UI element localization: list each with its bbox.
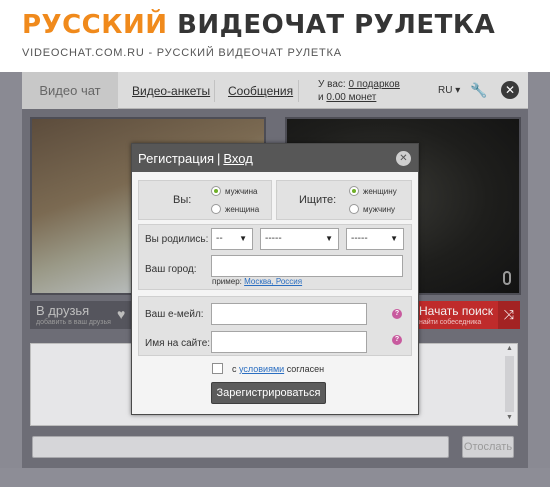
scroll-down-arrow[interactable]: ▼ [504,414,515,424]
chevron-down-icon: ▼ [325,234,333,243]
microphone-icon[interactable] [503,271,511,285]
nickname-field[interactable] [211,331,367,353]
city-label: Ваш город: [145,264,197,275]
radio-seek-female[interactable] [349,186,359,196]
balance-info: У вас: 0 подарков и 0.00 монет [318,78,400,104]
tab-video-profiles[interactable]: Видео-анкеты [132,84,210,98]
add-friend-label: В друзья [36,303,90,318]
background-left [0,72,22,487]
birth-day-select[interactable]: -- ▼ [211,228,253,250]
tab-messages[interactable]: Сообщения [228,84,293,98]
language-value: RU [438,85,453,96]
coins-prefix: и [318,92,324,103]
coins-link[interactable]: 0.00 монет [326,92,376,103]
chevron-down-icon: ▾ [455,85,461,96]
city-example-link[interactable]: Москва, Россия [244,277,302,286]
registration-dialog: Регистрация | Вход ✕ Вы: мужчина женщина И… [131,143,419,415]
radio-you-male-label: мужчина [225,187,258,196]
birth-month-value: ----- [265,233,282,244]
dialog-title: Регистрация | Вход [138,151,253,166]
seek-gender-box: Ищите: женщину мужчину [276,180,412,220]
gifts-link[interactable]: 0 подарков [348,79,399,90]
start-search-button[interactable]: Начать поиск найти собеседника [416,301,498,329]
radio-seek-male[interactable] [349,204,359,214]
message-input[interactable] [32,436,449,458]
background-bottom [0,468,550,487]
balance-prefix: У вас: [318,79,346,90]
send-button[interactable]: Отослать [462,436,514,458]
radio-seek-female-label: женщину [363,187,397,196]
logo-part-orange: РУССКИЙ [22,10,168,40]
radio-you-male[interactable] [211,186,221,196]
start-search-sublabel: найти собеседника [419,319,482,326]
add-friend-sublabel: добавить в ваш друзья [36,319,111,326]
top-navbar: Видео чат Видео-анкеты Сообщения У вас: … [22,72,528,109]
start-search-label: Начать поиск [419,304,493,318]
city-example-prefix: пример: [212,277,242,286]
born-label: Вы родились: [145,234,209,245]
language-selector[interactable]: RU ▾ [438,85,460,96]
seek-label: Ищите: [299,194,337,206]
logo-part-dark: ВИДЕОЧАТ РУЛЕТКА [177,10,496,40]
shuffle-icon[interactable]: ⤨ [498,301,520,329]
terms-suffix: согласен [286,364,325,374]
radio-seek-male-label: мужчину [363,205,395,214]
you-label: Вы: [173,194,192,206]
register-tab[interactable]: Регистрация [138,151,214,166]
birth-year-select[interactable]: ----- ▼ [346,228,404,250]
wrench-icon[interactable]: 🔧 [470,81,488,99]
email-field[interactable] [211,303,367,325]
site-tagline: VIDEOCHAT.COM.RU - РУССКИЙ ВИДЕОЧАТ РУЛЕ… [22,47,342,59]
birth-year-value: ----- [351,233,368,244]
nav-divider [214,80,215,102]
terms-text: с условиями согласен [232,364,324,374]
background-right [528,72,550,487]
close-icon[interactable]: ✕ [396,151,411,166]
tab-video-chat[interactable]: Видео чат [22,72,118,109]
register-button[interactable]: Зарегистрироваться [211,382,326,404]
title-separator: | [217,151,221,166]
chevron-down-icon: ▼ [239,234,247,243]
birth-month-select[interactable]: ----- ▼ [260,228,339,250]
nickname-label: Имя на сайте: [145,338,211,349]
scrollbar[interactable] [505,356,514,412]
terms-checkbox[interactable] [212,363,223,374]
radio-you-female[interactable] [211,204,221,214]
terms-prefix: с [232,364,237,374]
radio-you-female-label: женщина [225,205,260,214]
terms-link[interactable]: условиями [239,364,284,374]
site-logo[interactable]: РУССКИЙ ВИДЕОЧАТ РУЛЕТКА [22,10,495,40]
help-icon[interactable]: ? [392,309,402,319]
your-gender-box: Вы: мужчина женщина [138,180,272,220]
birth-day-value: -- [216,233,223,244]
chevron-down-icon: ▼ [390,234,398,243]
nav-divider [298,80,299,102]
scroll-up-arrow[interactable]: ▲ [504,345,515,355]
city-example: пример: Москва, Россия [212,277,302,286]
email-label: Ваш е-мейл: [145,309,204,320]
close-icon[interactable]: ✕ [501,81,519,99]
help-icon[interactable]: ? [392,335,402,345]
login-link[interactable]: Вход [223,151,252,166]
dialog-header: Регистрация | Вход ✕ [132,144,418,172]
heart-icon[interactable]: ♥ [117,306,125,322]
city-input[interactable] [211,255,403,277]
